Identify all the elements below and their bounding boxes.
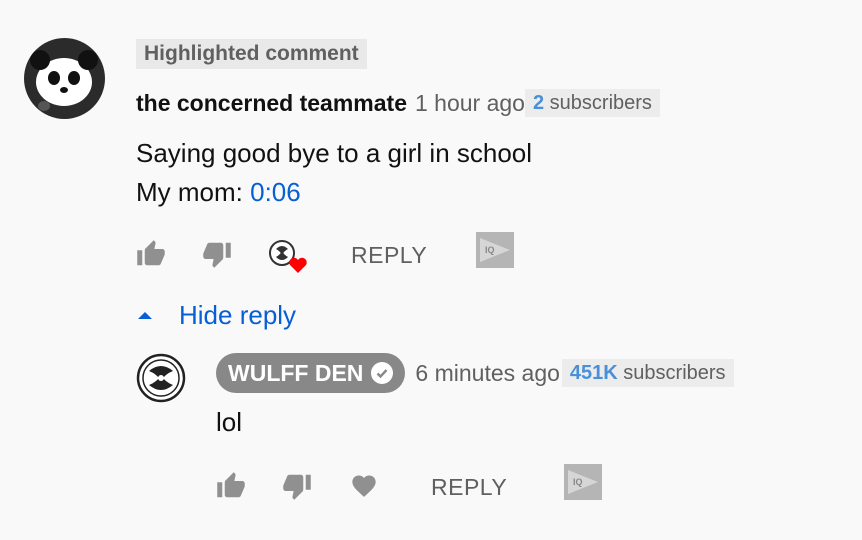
thumbs-up-icon [137, 240, 165, 266]
creator-heart-badge[interactable] [268, 237, 312, 277]
promo-play-button[interactable]: IQ [476, 232, 514, 268]
wulff-den-logo-icon [136, 353, 186, 403]
thumbs-down-icon [203, 242, 231, 268]
reply-author-avatar[interactable] [136, 353, 186, 403]
heart-icon [352, 475, 376, 497]
reply-subscriber-label: subscribers [623, 362, 726, 384]
channel-owner-pill[interactable]: WULFF DEN [216, 353, 406, 393]
reply-subscriber-count: 451K [569, 362, 618, 384]
reply-button[interactable]: REPLY [351, 238, 427, 272]
play-promo-icon: IQ [476, 232, 514, 268]
reply-body: lol [216, 407, 243, 437]
reply-header: WULFF DEN 6 minutes ago 451K subscribers [216, 353, 734, 393]
play-promo-icon: IQ [564, 464, 602, 500]
panda-avatar-icon [24, 38, 105, 119]
subscriber-badge: 2 subscribers [524, 89, 660, 117]
comment-time[interactable]: 1 hour ago [415, 90, 525, 117]
comment-action-bar: REPLY IQ [0, 232, 862, 277]
timestamp-link[interactable]: 0:06 [250, 177, 301, 207]
reply-subscriber-badge: 451K subscribers [561, 359, 734, 387]
reply-time[interactable]: 6 minutes ago [415, 360, 559, 387]
comment-body: Saying good bye to a girl in school My m… [136, 134, 532, 212]
creator-heart-icon [269, 240, 307, 273]
dislike-button[interactable] [200, 237, 234, 271]
commenter-avatar[interactable] [24, 38, 105, 119]
thumbs-down-icon [283, 474, 311, 500]
reply-promo-play-button[interactable]: IQ [564, 464, 602, 500]
verified-check-icon [371, 362, 394, 384]
reply-author-name: WULFF DEN [228, 360, 364, 386]
comment-line-1: Saying good bye to a girl in school [136, 138, 533, 168]
subscriber-count: 2 [532, 92, 545, 114]
like-button[interactable] [134, 237, 168, 271]
thumbs-up-icon [217, 472, 245, 498]
highlighted-comment-badge: Highlighted comment [136, 39, 367, 69]
reply-dislike-button[interactable] [280, 469, 314, 503]
hide-replies-toggle[interactable]: Hide reply [136, 297, 296, 333]
caret-up-icon [138, 312, 152, 319]
comment-header: the concerned teammate 1 hour ago 2 subs… [136, 86, 660, 120]
svg-text:IQ: IQ [573, 477, 583, 487]
reply-reply-button[interactable]: REPLY [431, 470, 507, 504]
subscriber-label: subscribers [549, 92, 652, 114]
comment-line-2-prefix: My mom: [136, 177, 251, 207]
svg-text:IQ: IQ [485, 245, 495, 255]
comment-author[interactable]: the concerned teammate [136, 90, 407, 117]
reply-like-button[interactable] [214, 469, 248, 503]
heart-button[interactable] [347, 469, 381, 503]
comment-line-2: My mom: 0:06 [136, 173, 532, 212]
reply-action-bar: REPLY IQ [0, 464, 862, 509]
hide-replies-label: Hide reply [179, 299, 297, 330]
